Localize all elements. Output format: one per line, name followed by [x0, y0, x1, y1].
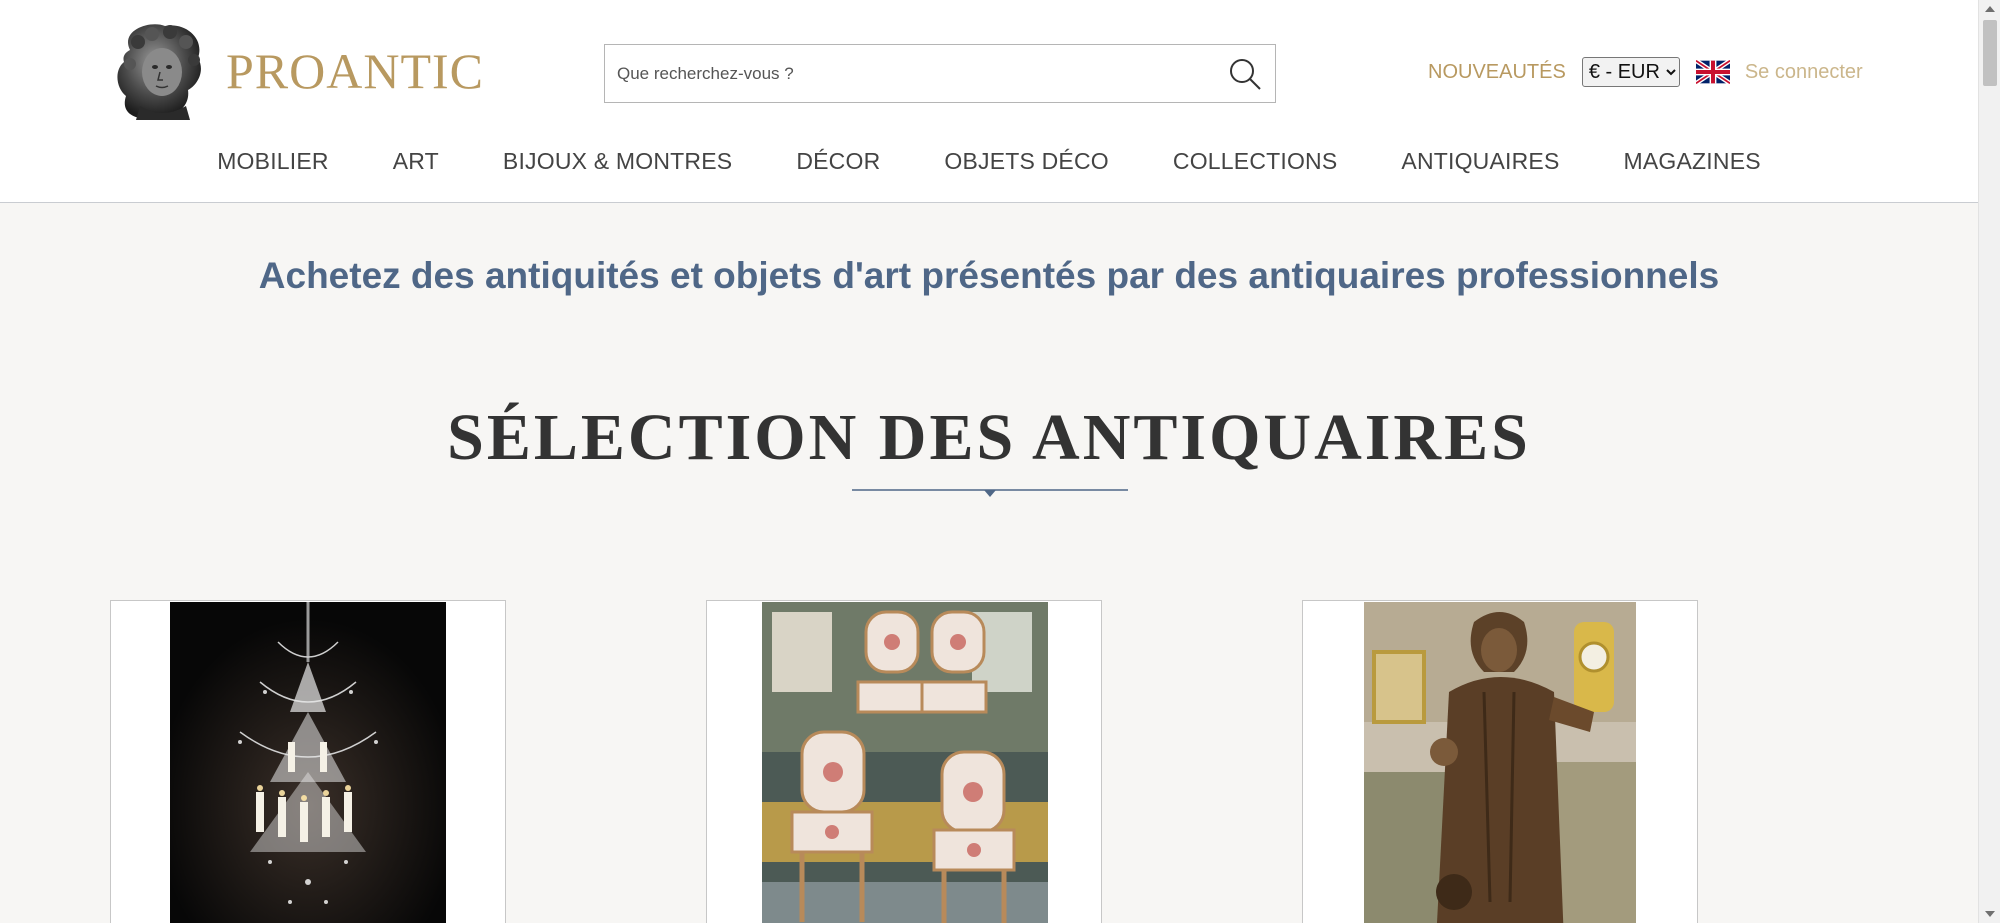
- louis-xvi-chairs-photo: [762, 602, 1048, 923]
- main-nav: MOBILIER ART BIJOUX & MONTRES DÉCOR OBJE…: [0, 148, 1978, 175]
- login-link[interactable]: Se connecter: [1745, 61, 1863, 84]
- nav-item-collections[interactable]: COLLECTIONS: [1173, 148, 1338, 175]
- page-tagline: Achetez des antiquités et objets d'art p…: [258, 255, 1720, 296]
- nav-item-art[interactable]: ART: [393, 148, 439, 175]
- section-title: SÉLECTION DES ANTIQUAIRES: [447, 401, 1531, 474]
- nav-item-objets-deco[interactable]: OBJETS DÉCO: [944, 148, 1109, 175]
- product-card-chandelier[interactable]: [110, 600, 506, 923]
- uk-flag-icon[interactable]: [1695, 60, 1730, 84]
- site-header: PROANTIC NOUVEAUTÉS € - EUR Se connecter…: [0, 0, 1978, 203]
- product-card-statue[interactable]: [1302, 600, 1698, 923]
- scroll-up-arrow-icon[interactable]: [1985, 6, 1995, 12]
- title-divider: [852, 489, 1128, 497]
- nouveautes-link[interactable]: NOUVEAUTÉS: [1428, 61, 1566, 84]
- header-actions: NOUVEAUTÉS € - EUR Se connecter: [1428, 56, 1863, 88]
- nav-item-antiquaires[interactable]: ANTIQUAIRES: [1401, 148, 1559, 175]
- search-input[interactable]: [605, 45, 1205, 102]
- wooden-saint-statue-photo: [1364, 602, 1636, 923]
- scrollbar-thumb[interactable]: [1983, 20, 1997, 86]
- currency-select[interactable]: € - EUR: [1581, 57, 1680, 87]
- logo-text: PROANTIC: [226, 43, 485, 99]
- nav-item-decor[interactable]: DÉCOR: [796, 148, 880, 175]
- scroll-down-arrow-icon[interactable]: [1985, 911, 1995, 917]
- search-icon: [1230, 59, 1261, 90]
- search-button[interactable]: [1225, 55, 1265, 93]
- crystal-chandelier-photo: [170, 602, 446, 923]
- page-scrollbar[interactable]: [1978, 0, 2000, 923]
- nav-item-mobilier[interactable]: MOBILIER: [217, 148, 329, 175]
- search-bar: [604, 44, 1276, 103]
- logo-link[interactable]: PROANTIC: [110, 20, 484, 122]
- nav-item-magazines[interactable]: MAGAZINES: [1624, 148, 1761, 175]
- bust-logo-icon: [117, 24, 201, 120]
- product-card-chairs[interactable]: [706, 600, 1102, 923]
- nav-item-bijoux-montres[interactable]: BIJOUX & MONTRES: [503, 148, 732, 175]
